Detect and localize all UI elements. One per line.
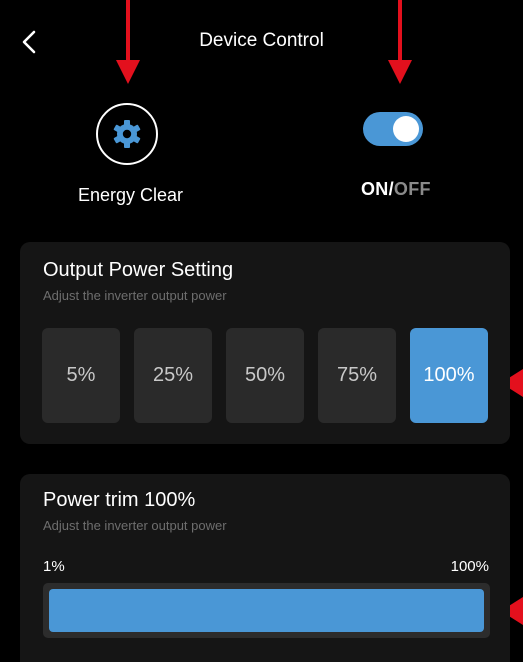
output-power-card: Output Power Setting Adjust the inverter… bbox=[20, 242, 510, 444]
page-title: Device Control bbox=[199, 30, 324, 51]
on-off-label: ON/OFF bbox=[361, 179, 431, 200]
power-option-5[interactable]: 5% bbox=[42, 328, 120, 423]
output-power-title: Output Power Setting bbox=[43, 259, 234, 281]
power-option-100[interactable]: 100% bbox=[410, 328, 488, 423]
energy-clear-label: Energy Clear bbox=[78, 185, 184, 205]
power-trim-slider[interactable] bbox=[43, 583, 490, 638]
gear-icon bbox=[113, 120, 141, 148]
power-option-25[interactable]: 25% bbox=[134, 328, 212, 423]
energy-clear-button[interactable] bbox=[96, 103, 158, 165]
range-max-label: 100% bbox=[450, 558, 489, 575]
power-trim-title: Power trim 100% bbox=[43, 489, 196, 511]
power-trim-card: Power trim 100% Adjust the inverter outp… bbox=[20, 474, 510, 662]
power-option-50[interactable]: 50% bbox=[226, 328, 304, 423]
off-label: OFF bbox=[393, 179, 431, 199]
power-trim-subtitle: Adjust the inverter output power bbox=[43, 518, 227, 533]
output-power-subtitle: Adjust the inverter output power bbox=[43, 288, 227, 303]
toggle-knob bbox=[393, 116, 419, 142]
power-option-75[interactable]: 75% bbox=[318, 328, 396, 423]
power-trim-fill bbox=[49, 589, 484, 632]
on-label: ON bbox=[361, 179, 389, 199]
range-min-label: 1% bbox=[43, 558, 65, 575]
power-toggle-switch[interactable] bbox=[363, 112, 423, 146]
output-power-options: 5% 25% 50% 75% 100% bbox=[42, 328, 488, 423]
